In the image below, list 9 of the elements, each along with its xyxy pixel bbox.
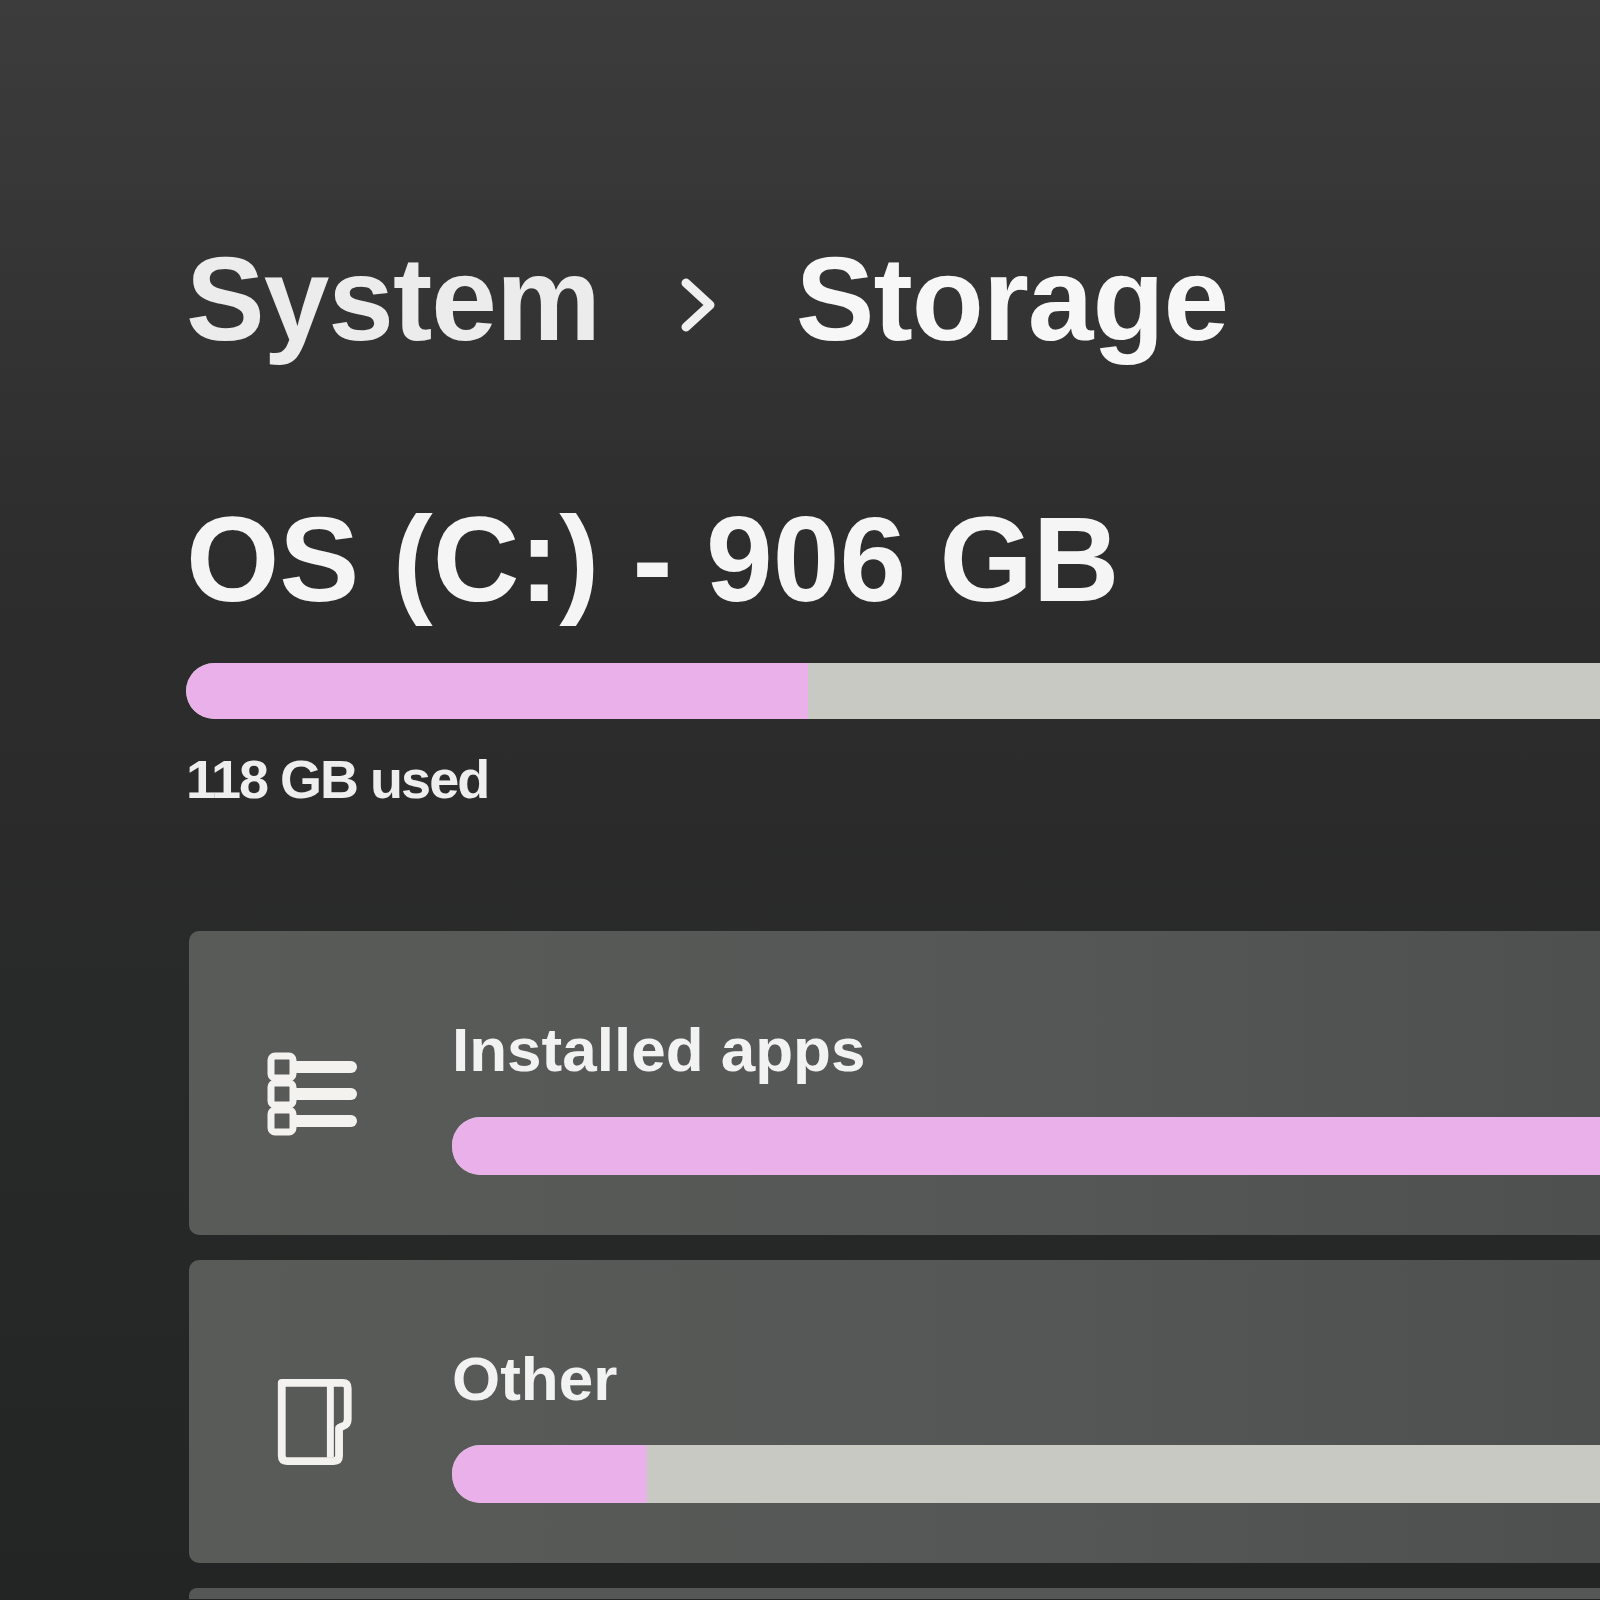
- drive-title: OS (C:) - 906 GB: [186, 490, 1120, 628]
- category-label: Other: [452, 1342, 618, 1415]
- storage-category-card[interactable]: Installed apps: [189, 931, 1600, 1235]
- usage-text: 118 GB used: [186, 747, 489, 811]
- page-title: Storage: [795, 232, 1229, 367]
- storage-category-card[interactable]: Other: [189, 1259, 1600, 1564]
- breadcrumb-link[interactable]: System: [186, 229, 600, 371]
- category-label: Installed apps: [452, 1014, 866, 1087]
- chevron-right-icon: [679, 277, 716, 332]
